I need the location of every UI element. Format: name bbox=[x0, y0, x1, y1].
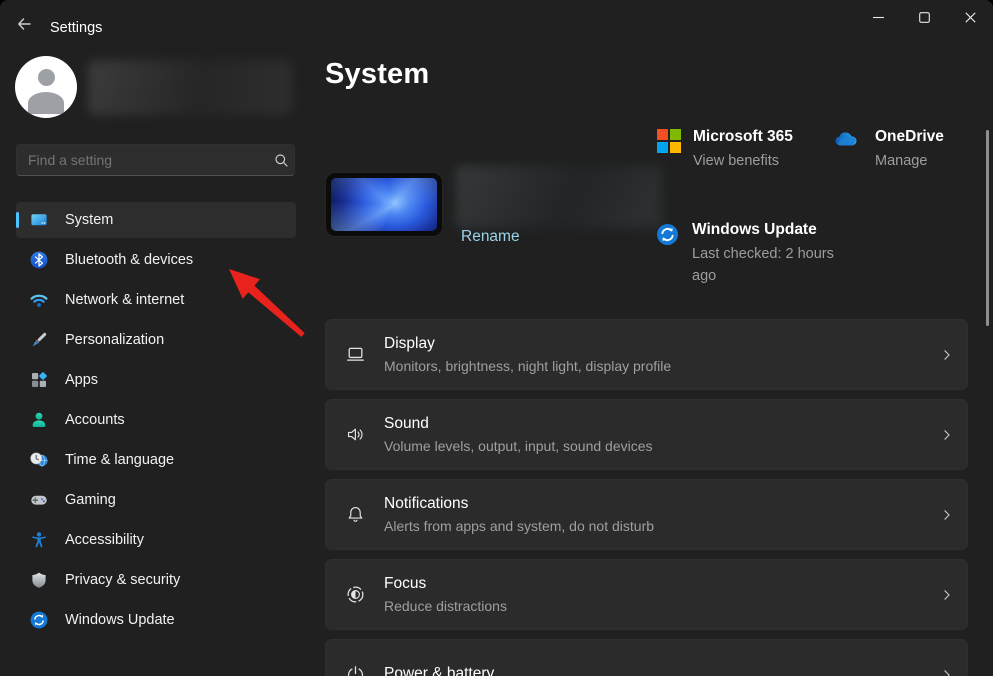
wifi-icon bbox=[29, 290, 49, 310]
shield-icon bbox=[29, 570, 49, 590]
sidebar-item-privacy-security[interactable]: Privacy & security bbox=[16, 562, 296, 598]
minimize-button[interactable] bbox=[855, 0, 901, 34]
card-subtitle: Alerts from apps and system, do not dist… bbox=[384, 516, 927, 536]
sidebar-item-label: Time & language bbox=[65, 452, 174, 468]
vertical-scrollbar[interactable] bbox=[986, 130, 989, 326]
sidebar-item-label: Personalization bbox=[65, 332, 164, 348]
back-button[interactable] bbox=[9, 10, 39, 38]
user-name-redacted bbox=[88, 60, 292, 115]
sidebar-item-bluetooth-devices[interactable]: Bluetooth & devices bbox=[16, 242, 296, 278]
sidebar-item-accessibility[interactable]: Accessibility bbox=[16, 522, 296, 558]
quick-link-microsoft-365[interactable]: Microsoft 365 View benefits bbox=[657, 126, 793, 172]
avatar-body bbox=[28, 92, 64, 114]
sidebar-item-label: System bbox=[65, 212, 113, 228]
sidebar-item-label: Bluetooth & devices bbox=[65, 252, 193, 268]
card-display[interactable]: Display Monitors, brightness, night ligh… bbox=[325, 319, 968, 390]
card-sound[interactable]: Sound Volume levels, output, input, soun… bbox=[325, 399, 968, 470]
settings-window: Settings System bbox=[0, 0, 993, 676]
sidebar-item-label: Apps bbox=[65, 372, 98, 388]
sidebar-item-accounts[interactable]: Accounts bbox=[16, 402, 296, 438]
rename-link[interactable]: Rename bbox=[461, 228, 520, 246]
card-title: Notifications bbox=[384, 493, 927, 514]
quick-link-subtitle[interactable]: View benefits bbox=[693, 150, 793, 172]
close-button[interactable] bbox=[947, 0, 993, 34]
window-controls bbox=[855, 0, 993, 34]
quick-link-title: Microsoft 365 bbox=[693, 126, 793, 147]
sidebar-item-apps[interactable]: Apps bbox=[16, 362, 296, 398]
maximize-icon bbox=[919, 12, 930, 23]
card-notifications[interactable]: Notifications Alerts from apps and syste… bbox=[325, 479, 968, 550]
apps-icon bbox=[29, 370, 49, 390]
search-icon bbox=[268, 153, 294, 168]
sidebar-item-label: Windows Update bbox=[65, 612, 175, 628]
search-input[interactable] bbox=[17, 152, 268, 168]
wallpaper-image bbox=[331, 178, 437, 231]
card-power-battery[interactable]: Power & battery bbox=[325, 639, 968, 676]
chevron-right-icon bbox=[927, 348, 967, 362]
quick-link-onedrive[interactable]: OneDrive Manage bbox=[833, 126, 944, 172]
clock-globe-icon bbox=[29, 450, 49, 470]
quick-link-title: Windows Update bbox=[692, 219, 860, 240]
power-icon bbox=[326, 664, 384, 676]
onedrive-icon bbox=[833, 129, 863, 172]
card-title: Focus bbox=[384, 573, 927, 594]
settings-card-list: Display Monitors, brightness, night ligh… bbox=[325, 319, 968, 676]
sidebar-item-personalization[interactable]: Personalization bbox=[16, 322, 296, 358]
card-subtitle: Volume levels, output, input, sound devi… bbox=[384, 436, 927, 456]
focus-icon bbox=[326, 584, 384, 605]
minimize-icon bbox=[873, 12, 884, 23]
accessibility-icon bbox=[29, 530, 49, 550]
card-title: Power & battery bbox=[384, 663, 927, 676]
app-title: Settings bbox=[50, 20, 102, 36]
brush-icon bbox=[29, 330, 49, 350]
card-title: Display bbox=[384, 333, 927, 354]
chevron-right-icon bbox=[927, 508, 967, 522]
maximize-button[interactable] bbox=[901, 0, 947, 34]
back-arrow-icon bbox=[16, 16, 32, 32]
sidebar-item-gaming[interactable]: Gaming bbox=[16, 482, 296, 518]
sidebar-item-windows-update[interactable]: Windows Update bbox=[16, 602, 296, 638]
device-name-redacted bbox=[456, 166, 662, 228]
quick-link-subtitle: Last checked: 2 hours ago bbox=[692, 243, 860, 287]
quick-link-subtitle[interactable]: Manage bbox=[875, 150, 944, 172]
sidebar-item-network-internet[interactable]: Network & internet bbox=[16, 282, 296, 318]
chevron-right-icon bbox=[927, 588, 967, 602]
device-wallpaper-thumbnail bbox=[325, 172, 443, 237]
sidebar-nav: System Bluetooth & devices Network & int… bbox=[16, 202, 296, 642]
close-icon bbox=[965, 12, 976, 23]
sidebar-item-system[interactable]: System bbox=[16, 202, 296, 238]
card-focus[interactable]: Focus Reduce distractions bbox=[325, 559, 968, 630]
bell-icon bbox=[326, 504, 384, 525]
card-title: Sound bbox=[384, 413, 927, 434]
windows-update-icon bbox=[655, 222, 680, 287]
chevron-right-icon bbox=[927, 668, 967, 676]
display-icon bbox=[326, 344, 384, 365]
selected-indicator bbox=[16, 212, 19, 228]
windows-update-icon bbox=[29, 610, 49, 630]
avatar-head bbox=[38, 69, 55, 86]
card-subtitle: Reduce distractions bbox=[384, 596, 927, 616]
gamepad-icon bbox=[29, 490, 49, 510]
chevron-right-icon bbox=[927, 428, 967, 442]
sound-icon bbox=[326, 424, 384, 445]
sidebar-item-label: Network & internet bbox=[65, 292, 184, 308]
card-subtitle: Monitors, brightness, night light, displ… bbox=[384, 356, 927, 376]
sidebar-item-label: Privacy & security bbox=[65, 572, 180, 588]
page-title: System bbox=[325, 58, 429, 91]
sidebar-item-label: Accessibility bbox=[65, 532, 144, 548]
microsoft-365-icon bbox=[657, 129, 681, 172]
system-icon bbox=[29, 210, 49, 230]
bluetooth-icon bbox=[29, 250, 49, 270]
quick-link-title: OneDrive bbox=[875, 126, 944, 147]
accounts-icon bbox=[29, 410, 49, 430]
sidebar-item-label: Gaming bbox=[65, 492, 116, 508]
sidebar-item-time-language[interactable]: Time & language bbox=[16, 442, 296, 478]
user-avatar[interactable] bbox=[15, 56, 77, 118]
sidebar-item-label: Accounts bbox=[65, 412, 125, 428]
quick-link-windows-update[interactable]: Windows Update Last checked: 2 hours ago bbox=[655, 219, 870, 287]
search-box bbox=[16, 144, 295, 176]
